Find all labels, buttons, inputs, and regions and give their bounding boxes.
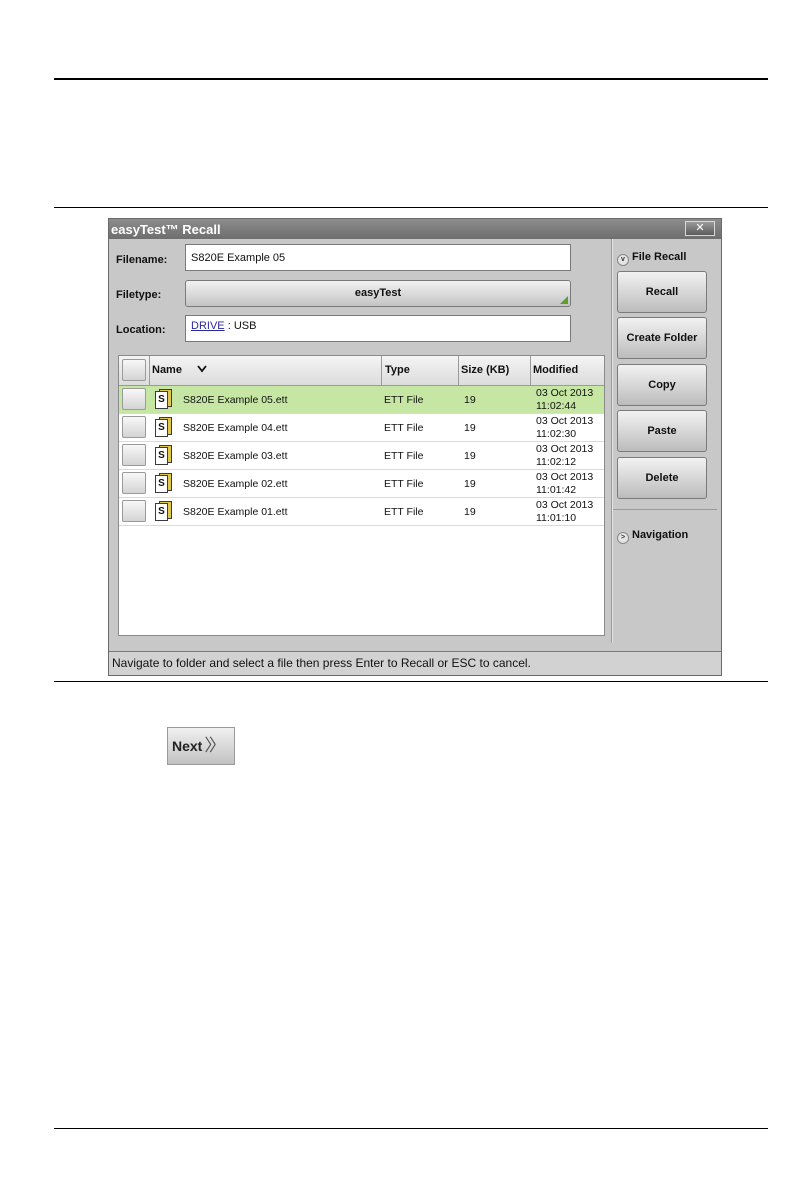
next-label: Next [172,738,203,754]
file-modified-date: 03 Oct 2013 [536,443,594,455]
file-size: 19 [464,394,476,406]
filetype-value: easyTest [354,287,402,299]
chevron-down-icon [197,365,207,373]
copy-button[interactable]: Copy [617,364,707,406]
ett-file-icon: S [155,417,173,438]
row-checkbox[interactable] [122,472,146,494]
section-rule-top [54,207,768,208]
file-list-header: Name Type Size (KB) Modified [119,356,604,386]
recall-button[interactable]: Recall [617,271,707,313]
table-row[interactable]: S S820E Example 02.ett ETT File 19 03 Oct 20… [119,470,604,498]
close-icon: ✕ [695,222,705,234]
location-separator: : [227,320,231,332]
file-modified-time: 11:02:30 [536,428,577,440]
dropdown-corner-icon [560,296,568,304]
file-page-front: S [155,419,168,437]
column-name[interactable]: Name [152,356,207,385]
filename-label: Filename: [116,254,168,266]
header-divider [149,356,150,385]
table-row[interactable]: S S820E Example 05.ett ETT File 19 03 Oct 20… [119,386,604,414]
select-all-checkbox[interactable] [122,359,146,381]
column-size[interactable]: Size (KB) [461,356,509,385]
file-modified-date: 03 Oct 2013 [536,499,594,511]
file-page-front: S [155,447,168,465]
navigation-section[interactable]: > Navigation [617,529,688,544]
location-value: USB [233,320,257,332]
row-checkbox[interactable] [122,444,146,466]
next-button[interactable]: Next 〉〉 [167,727,235,765]
title-bar: easyTest™ Recall ✕ [109,219,721,239]
location-label: Location: [116,324,166,336]
ett-file-icon: S [155,473,173,494]
file-name: S820E Example 01.ett [183,506,288,518]
row-checkbox[interactable] [122,416,146,438]
footer-rule [54,1128,768,1129]
delete-button[interactable]: Delete [617,457,707,499]
file-modified-date: 03 Oct 2013 [536,415,594,427]
file-size: 19 [464,450,476,462]
file-name: S820E Example 05.ett [183,394,288,406]
ett-file-icon: S [155,501,173,522]
file-type: ETT File [384,450,424,462]
top-rule [54,78,768,80]
file-type: ETT File [384,506,424,518]
file-type: ETT File [384,394,424,406]
file-modified-date: 03 Oct 2013 [536,387,594,399]
row-checkbox[interactable] [122,500,146,522]
row-checkbox[interactable] [122,388,146,410]
header-divider [458,356,459,385]
file-recall-section[interactable]: v File Recall [617,251,686,266]
easytest-recall-dialog: easyTest™ Recall ✕ Filename: S820E Examp… [108,218,722,676]
filename-field[interactable]: S820E Example 05 [185,244,571,271]
close-button[interactable]: ✕ [685,221,715,236]
sidebar-section-divider [613,509,717,510]
column-name-label: Name [152,364,182,376]
header-divider [381,356,382,385]
chevron-down-icon: v [617,254,629,266]
file-name: S820E Example 02.ett [183,478,288,490]
file-type: ETT File [384,478,424,490]
double-chevron-right-icon: 〉〉 [204,736,225,755]
filetype-label: Filetype: [116,289,162,301]
file-type: ETT File [384,422,424,434]
file-modified-time: 11:02:44 [536,400,577,412]
section-rule-bottom [54,681,768,682]
dialog-title: easyTest™ Recall [111,222,221,237]
file-modified-time: 11:01:10 [536,512,577,524]
file-modified-time: 11:01:42 [536,484,577,496]
filetype-button[interactable]: easyTest [185,280,571,307]
file-recall-label: File Recall [632,251,687,263]
table-row[interactable]: S S820E Example 04.ett ETT File 19 03 Oct 20… [119,414,604,442]
status-bar: Navigate to folder and select a file the… [109,651,721,675]
file-modified-date: 03 Oct 2013 [536,471,594,483]
location-field: DRIVE : USB [185,315,571,342]
ett-file-icon: S [155,445,173,466]
chevron-right-icon: > [617,532,629,544]
file-size: 19 [464,506,476,518]
file-list: Name Type Size (KB) Modified S S820E Exam… [118,355,605,636]
column-modified[interactable]: Modified [533,356,578,385]
file-size: 19 [464,478,476,490]
file-name: S820E Example 04.ett [183,422,288,434]
file-page-front: S [155,475,168,493]
column-type[interactable]: Type [385,356,410,385]
file-name: S820E Example 03.ett [183,450,288,462]
file-size: 19 [464,422,476,434]
ett-file-icon: S [155,389,173,410]
paste-button[interactable]: Paste [617,410,707,452]
sidebar-divider-highlight [612,239,613,643]
create-folder-button[interactable]: Create Folder [617,317,707,359]
file-page-front: S [155,391,168,409]
drive-link[interactable]: DRIVE [191,320,225,332]
file-page-front: S [155,503,168,521]
navigation-label: Navigation [632,529,689,541]
header-divider [530,356,531,385]
file-modified-time: 11:02:12 [536,456,577,468]
table-row[interactable]: S S820E Example 01.ett ETT File 19 03 Oct 20… [119,498,604,526]
table-row[interactable]: S S820E Example 03.ett ETT File 19 03 Oct 20… [119,442,604,470]
